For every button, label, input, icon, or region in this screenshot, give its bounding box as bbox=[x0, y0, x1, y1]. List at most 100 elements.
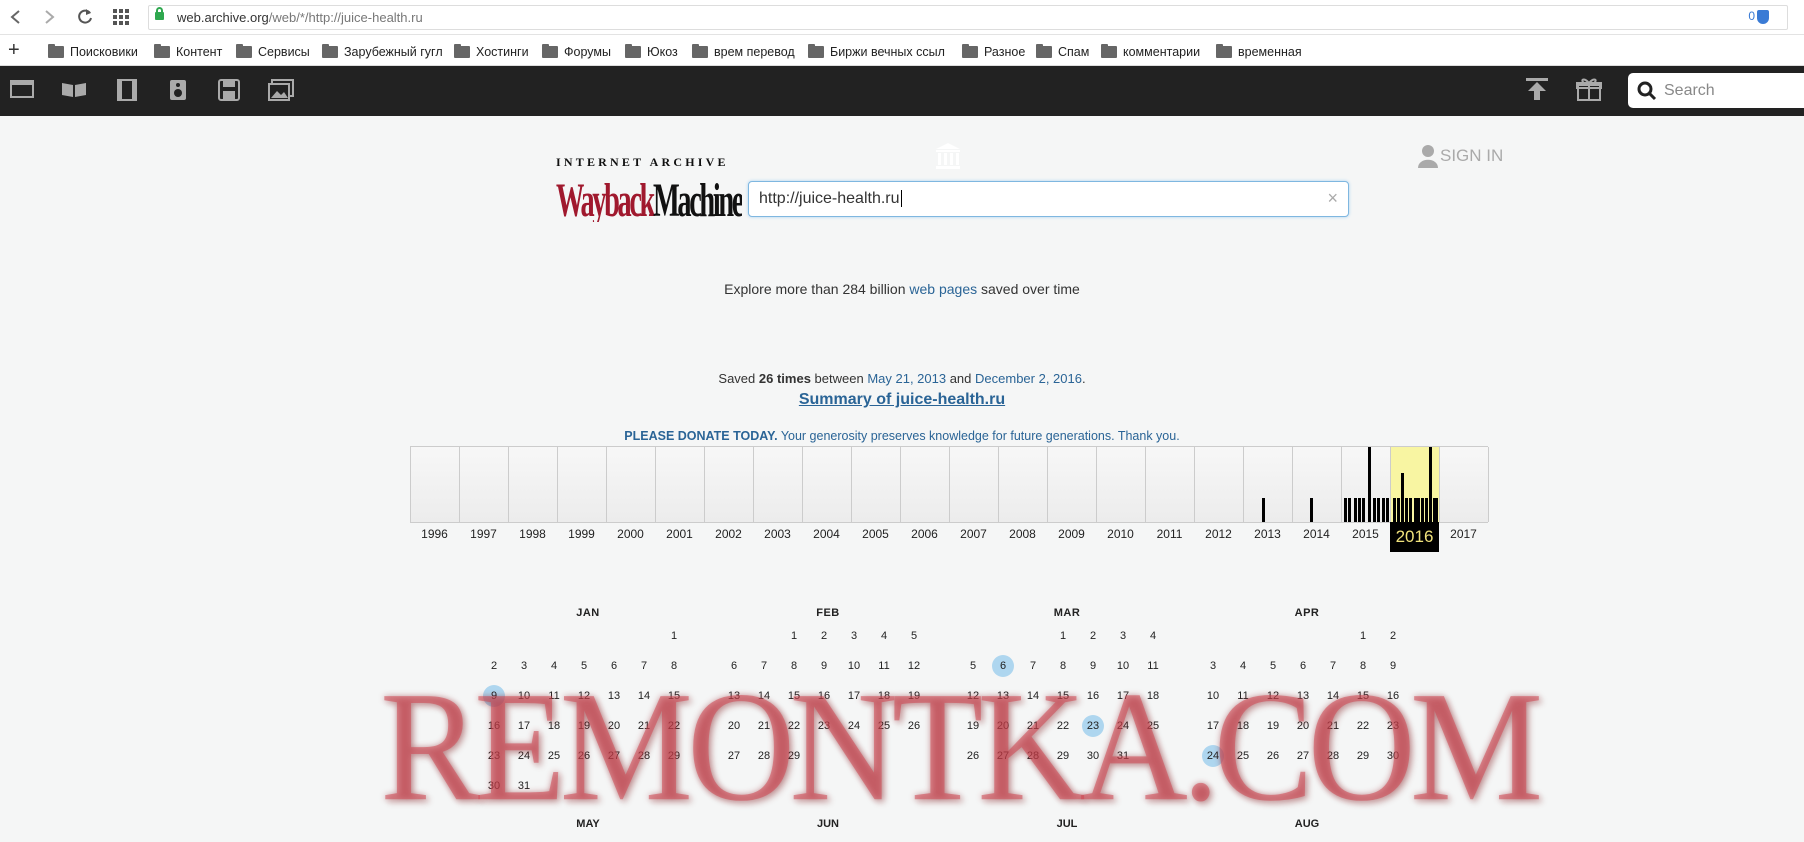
year-label-2012[interactable]: 2012 bbox=[1194, 527, 1243, 541]
bookmark-folder[interactable]: Биржи вечных ссыл bbox=[808, 44, 945, 60]
bookmark-folder[interactable]: Зарубежный гугл bbox=[322, 44, 443, 60]
year-label-2008[interactable]: 2008 bbox=[998, 527, 1047, 541]
donate-bold: PLEASE DONATE TODAY. bbox=[624, 429, 778, 443]
donate-banner[interactable]: PLEASE DONATE TODAY. Your generosity pre… bbox=[0, 429, 1804, 443]
texts-icon[interactable] bbox=[60, 79, 86, 101]
saved-and: and bbox=[946, 371, 976, 386]
bookmark-folder[interactable]: Форумы bbox=[542, 44, 611, 60]
capture-bar bbox=[1344, 498, 1347, 522]
sign-in-link[interactable]: SIGN IN bbox=[1418, 144, 1503, 168]
capture-histogram[interactable] bbox=[410, 446, 1489, 523]
histogram-year-2012[interactable] bbox=[1195, 447, 1244, 522]
histogram-year-2003[interactable] bbox=[754, 447, 803, 522]
bookmark-folder[interactable]: Контент bbox=[154, 44, 222, 60]
url-field[interactable]: web.archive.org/web/*/http://juice-healt… bbox=[148, 5, 1788, 30]
images-icon[interactable] bbox=[268, 79, 294, 101]
extension-badge: 0 bbox=[1748, 9, 1755, 23]
first-capture-link[interactable]: May 21, 2013 bbox=[867, 371, 946, 386]
web-icon[interactable] bbox=[10, 79, 36, 101]
add-bookmark-icon[interactable]: + bbox=[8, 40, 20, 60]
year-label-2003[interactable]: 2003 bbox=[753, 527, 802, 541]
year-label-2004[interactable]: 2004 bbox=[802, 527, 851, 541]
calendar-day: 1 bbox=[670, 630, 678, 642]
histogram-year-2000[interactable] bbox=[607, 447, 656, 522]
archive-search-input[interactable]: Search bbox=[1628, 73, 1804, 108]
capture-bar bbox=[1393, 498, 1396, 522]
last-capture-link[interactable]: December 2, 2016 bbox=[975, 371, 1082, 386]
histogram-year-2006[interactable] bbox=[901, 447, 950, 522]
year-label-2017[interactable]: 2017 bbox=[1439, 527, 1488, 541]
bookmark-folder[interactable]: временная bbox=[1216, 44, 1302, 60]
bookmark-folder[interactable]: Хостинги bbox=[454, 44, 529, 60]
bookmark-folder[interactable]: Разное bbox=[962, 44, 1025, 60]
year-label-1996[interactable]: 1996 bbox=[410, 527, 459, 541]
bookmark-folder[interactable]: врем перевод bbox=[692, 44, 795, 60]
year-label-2010[interactable]: 2010 bbox=[1096, 527, 1145, 541]
audio-icon[interactable] bbox=[168, 79, 194, 101]
extension-shield-icon[interactable]: 0 bbox=[1748, 9, 1769, 24]
logo-internet-archive-text: INTERNET ARCHIVE bbox=[556, 155, 729, 169]
histogram-year-2011[interactable] bbox=[1146, 447, 1195, 522]
wayback-url-input[interactable]: http://juice-health.ru × bbox=[748, 181, 1349, 217]
histogram-year-2007[interactable] bbox=[950, 447, 999, 522]
video-icon[interactable] bbox=[116, 79, 142, 101]
histogram-year-2014[interactable] bbox=[1293, 447, 1342, 522]
year-label-2006[interactable]: 2006 bbox=[900, 527, 949, 541]
reload-icon[interactable] bbox=[74, 6, 96, 28]
histogram-year-2017[interactable] bbox=[1440, 447, 1489, 522]
bookmark-label: Сервисы bbox=[258, 45, 310, 59]
bookmark-label: Юкоз bbox=[647, 45, 678, 59]
histogram-year-1996[interactable] bbox=[411, 447, 460, 522]
year-label-2011[interactable]: 2011 bbox=[1145, 527, 1194, 541]
histogram-year-2010[interactable] bbox=[1097, 447, 1146, 522]
year-label-1999[interactable]: 1999 bbox=[557, 527, 606, 541]
bookmark-folder[interactable]: комментарии bbox=[1101, 44, 1200, 60]
capture-bar bbox=[1417, 498, 1420, 522]
histogram-year-2009[interactable] bbox=[1048, 447, 1097, 522]
year-label-2015[interactable]: 2015 bbox=[1341, 527, 1390, 541]
year-label-1997[interactable]: 1997 bbox=[459, 527, 508, 541]
forward-icon[interactable] bbox=[38, 6, 60, 28]
speed-dial-icon[interactable] bbox=[110, 6, 132, 28]
histogram-year-1997[interactable] bbox=[460, 447, 509, 522]
folder-icon bbox=[808, 44, 824, 58]
histogram-year-2008[interactable] bbox=[999, 447, 1048, 522]
web-pages-link[interactable]: web pages bbox=[909, 281, 977, 297]
year-label-1998[interactable]: 1998 bbox=[508, 527, 557, 541]
donate-gift-icon[interactable] bbox=[1576, 77, 1602, 101]
histogram-year-2002[interactable] bbox=[705, 447, 754, 522]
watermark: REMONTKA.COM bbox=[380, 659, 1543, 834]
month-name: FEB bbox=[816, 607, 840, 619]
year-label-2013[interactable]: 2013 bbox=[1243, 527, 1292, 541]
year-label-2009[interactable]: 2009 bbox=[1047, 527, 1096, 541]
year-label-2002[interactable]: 2002 bbox=[704, 527, 753, 541]
clear-icon[interactable]: × bbox=[1327, 188, 1338, 209]
histogram-year-2015[interactable] bbox=[1342, 447, 1391, 522]
histogram-year-2001[interactable] bbox=[656, 447, 705, 522]
wayback-machine-logo[interactable]: INTERNET ARCHIVE WaybackMachine bbox=[556, 154, 742, 222]
histogram-year-1998[interactable] bbox=[509, 447, 558, 522]
explore-post: saved over time bbox=[977, 281, 1080, 297]
bookmark-folder[interactable]: Поисковики bbox=[48, 44, 138, 60]
histogram-year-2013[interactable] bbox=[1244, 447, 1293, 522]
year-label-2014[interactable]: 2014 bbox=[1292, 527, 1341, 541]
back-icon[interactable] bbox=[5, 6, 27, 28]
internet-archive-logo-icon[interactable] bbox=[934, 142, 962, 170]
calendar-day: 3 bbox=[1119, 630, 1127, 642]
year-label-2001[interactable]: 2001 bbox=[655, 527, 704, 541]
histogram-year-1999[interactable] bbox=[558, 447, 607, 522]
upload-icon[interactable] bbox=[1525, 77, 1551, 100]
software-icon[interactable] bbox=[218, 79, 244, 101]
bookmark-folder[interactable]: Сервисы bbox=[236, 44, 310, 60]
year-label-2000[interactable]: 2000 bbox=[606, 527, 655, 541]
summary-link[interactable]: Summary of juice-health.ru bbox=[799, 391, 1005, 408]
bookmark-folder[interactable]: Юкоз bbox=[625, 44, 678, 60]
year-label-2007[interactable]: 2007 bbox=[949, 527, 998, 541]
year-label-2005[interactable]: 2005 bbox=[851, 527, 900, 541]
year-label-2016[interactable]: 2016 bbox=[1390, 522, 1439, 552]
histogram-year-2004[interactable] bbox=[803, 447, 852, 522]
histogram-year-2005[interactable] bbox=[852, 447, 901, 522]
capture-bar bbox=[1310, 498, 1313, 522]
histogram-year-2016[interactable] bbox=[1391, 447, 1440, 522]
bookmark-folder[interactable]: Спам bbox=[1036, 44, 1089, 60]
